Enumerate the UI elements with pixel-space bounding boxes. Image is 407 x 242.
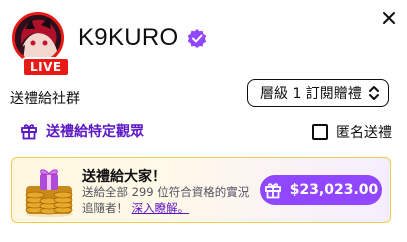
channel-header: LIVE K9KURO [10,10,207,77]
gift-icon [264,183,281,199]
avatar-container: LIVE [10,10,70,77]
gift-specific-viewer-label: 送禮給特定觀眾 [46,124,144,140]
gift-everyone-price: $23,023.00 [289,182,379,198]
anonymous-label: 匿名送禮 [336,125,392,141]
verified-badge-icon [187,29,206,48]
gift-everyone-promo: 送禮給大家！ 送給全部 299 位符合資格的實況追隨者！ 深入瞭解。 $23,0… [11,157,391,223]
close-icon [383,12,395,24]
channel-name: K9KURO [78,24,179,51]
gift-coins-stack-illustration [25,169,73,217]
gift-everyone-buy-button[interactable]: $23,023.00 [260,175,382,205]
gift-community-label: 送禮給社群 [10,91,80,107]
tier-select[interactable]: 層級 1 訂閱贈禮 [247,79,389,107]
learn-more-link[interactable]: 深入瞭解。 [132,201,190,215]
gift-specific-viewer-button[interactable]: 送禮給特定觀眾 [20,121,144,141]
gift-icon [21,124,37,140]
up-down-chevron-icon [369,86,379,100]
anonymous-checkbox[interactable] [312,124,328,140]
promo-description: 送給全部 299 位符合資格的實況追隨者！ 深入瞭解。 [82,184,250,216]
close-button[interactable] [379,8,399,28]
live-badge: LIVE [22,57,70,77]
avatar-image [15,15,61,61]
tier-select-value: 層級 1 訂閱贈禮 [260,86,362,102]
promo-title: 送禮給大家！ [82,169,166,185]
anonymous-gift-toggle[interactable]: 匿名送禮 [312,122,392,142]
channel-name-row: K9KURO [78,24,207,52]
